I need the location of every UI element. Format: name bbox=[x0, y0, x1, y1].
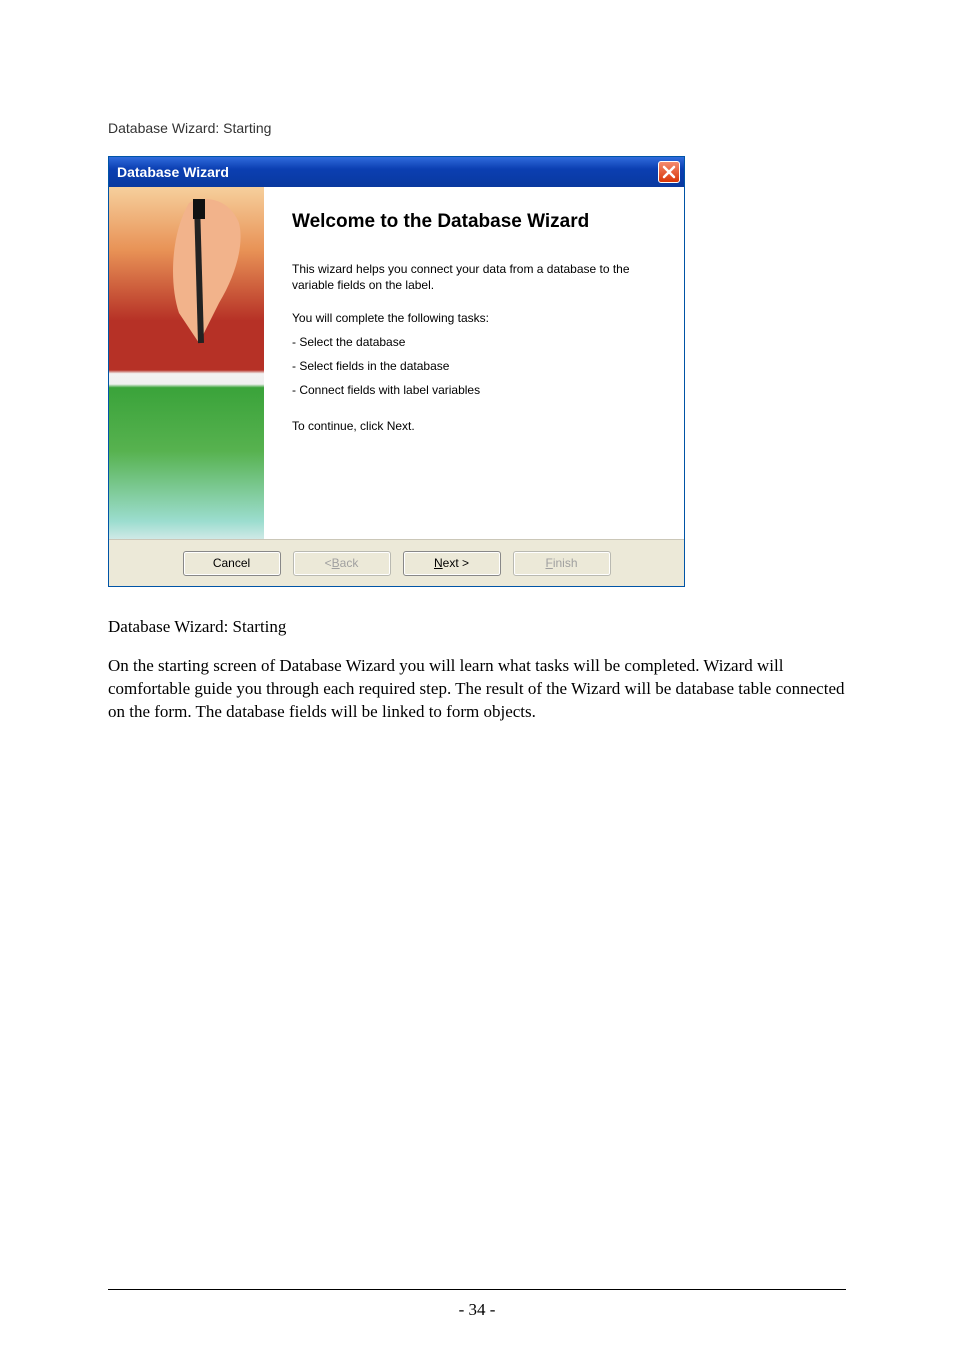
hand-pen-icon bbox=[159, 193, 254, 353]
back-button: < Back bbox=[293, 551, 391, 576]
finish-underline: F bbox=[545, 556, 552, 570]
wizard-content: Welcome to the Database Wizard This wiza… bbox=[264, 187, 684, 539]
page-number: - 34 - bbox=[0, 1300, 954, 1320]
close-button[interactable] bbox=[658, 161, 680, 183]
database-wizard-dialog: Database Wizard Welcome to the Database … bbox=[108, 156, 685, 587]
task-item: - Select fields in the database bbox=[292, 359, 664, 373]
close-icon bbox=[659, 162, 679, 182]
figure-caption: Database Wizard: Starting bbox=[108, 617, 846, 637]
back-prefix: < bbox=[325, 556, 332, 570]
task-item: - Connect fields with label variables bbox=[292, 383, 664, 397]
cancel-button[interactable]: Cancel bbox=[183, 551, 281, 576]
wizard-heading: Welcome to the Database Wizard bbox=[292, 211, 664, 233]
section-heading: Database Wizard: Starting bbox=[108, 120, 846, 136]
finish-rest: inish bbox=[553, 556, 578, 570]
next-button[interactable]: Next > bbox=[403, 551, 501, 576]
tasks-lead: You will complete the following tasks: bbox=[292, 311, 664, 325]
back-underline: B bbox=[332, 556, 340, 570]
next-underline: N bbox=[434, 556, 443, 570]
dialog-title: Database Wizard bbox=[117, 164, 229, 180]
task-item: - Select the database bbox=[292, 335, 664, 349]
footer-rule bbox=[108, 1289, 846, 1290]
dialog-titlebar: Database Wizard bbox=[109, 157, 684, 187]
next-rest: ext > bbox=[443, 556, 469, 570]
wizard-sidebar-image bbox=[109, 187, 264, 539]
wizard-intro: This wizard helps you connect your data … bbox=[292, 261, 664, 293]
dialog-button-row: Cancel < Back Next > Finish bbox=[109, 539, 684, 586]
body-paragraph: On the starting screen of Database Wizar… bbox=[108, 655, 846, 724]
back-rest: ack bbox=[340, 556, 359, 570]
finish-button: Finish bbox=[513, 551, 611, 576]
wizard-continue: To continue, click Next. bbox=[292, 419, 664, 433]
cancel-label: Cancel bbox=[213, 556, 250, 570]
dialog-body: Welcome to the Database Wizard This wiza… bbox=[109, 187, 684, 539]
